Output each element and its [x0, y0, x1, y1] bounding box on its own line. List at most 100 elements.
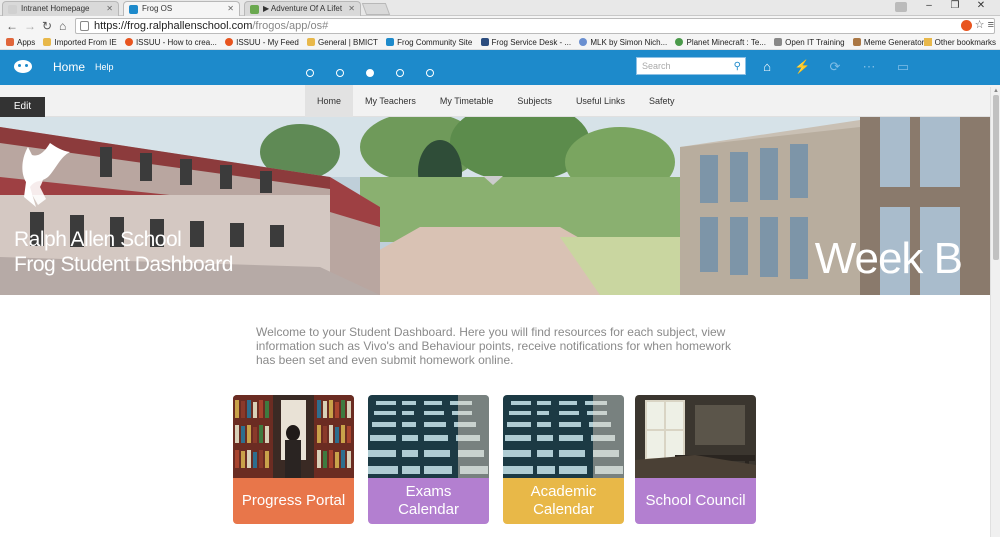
issuu-icon	[225, 38, 234, 46]
lightning-icon[interactable]: ⚡	[794, 60, 810, 74]
nav-menu: Home My Teachers My Timetable Subjects Usefu…	[305, 85, 686, 117]
spotify-icon	[250, 5, 259, 14]
star-icon[interactable]: ☆	[975, 19, 985, 31]
meme-icon	[852, 38, 861, 46]
tile-progress-portal[interactable]: Progress Portal	[233, 395, 354, 524]
chat-icon[interactable]: ▭	[896, 60, 910, 74]
bookmark-label: Other bookmarks	[934, 38, 996, 47]
address-bar[interactable]: https://frog.ralphallenschool.com/frogos…	[75, 18, 995, 34]
frog-logo-icon[interactable]	[14, 60, 32, 73]
bookmark-frog-service-desk[interactable]: Frog Service Desk - ...	[480, 36, 572, 49]
pager-dot-5[interactable]	[426, 69, 434, 77]
page-icon	[774, 38, 783, 46]
folder-icon	[923, 38, 932, 46]
bookmark-label: Frog Community Site	[397, 38, 473, 47]
classroom-image	[635, 395, 756, 478]
close-icon[interactable]: ✕	[348, 4, 355, 13]
reload-icon[interactable]: ↻	[42, 19, 52, 33]
nav-useful-links[interactable]: Useful Links	[564, 85, 637, 117]
page-info-icon[interactable]	[80, 21, 89, 31]
bookmark-meme-generator[interactable]: Meme Generator	[852, 36, 925, 49]
departures-board-image	[503, 395, 624, 478]
scroll-up-icon[interactable]: ▲	[993, 88, 999, 94]
bookmark-apps[interactable]: Apps	[6, 36, 35, 49]
pager-dot-4[interactable]	[396, 69, 404, 77]
tile-label: Progress Portal	[233, 478, 354, 524]
issuu-icon	[124, 38, 133, 46]
tab-title: Frog OS	[142, 4, 173, 13]
maximize-icon[interactable]: ❐	[942, 0, 968, 11]
search-icon[interactable]: ⚲	[734, 61, 741, 72]
user-profile-icon[interactable]	[895, 2, 907, 12]
browser-toolbar: ← → ↻ ⌂ https://frog.ralphallenschool.co…	[0, 16, 1000, 36]
dashboard-name: Frog Student Dashboard	[14, 253, 233, 276]
apps-icon	[6, 38, 14, 46]
tile-label: Academic Calendar	[503, 478, 624, 524]
close-icon[interactable]: ✕	[227, 4, 234, 13]
url-path: /frogos/app/os#	[252, 20, 329, 32]
bookmark-issuu-how[interactable]: ISSUU - How to crea...	[124, 36, 217, 49]
network-icon[interactable]: ⋯	[862, 60, 876, 74]
frog-toolbar-icons: ⌂ ⚡ ⟳ ⋯ ▭	[760, 58, 930, 76]
other-bookmarks[interactable]: Other bookmarks	[923, 36, 996, 49]
pager-dot-1[interactable]	[306, 69, 314, 77]
bookmark-open-it[interactable]: Open IT Training	[774, 36, 845, 49]
browser-tab-intranet[interactable]: Intranet Homepage ✕	[2, 1, 119, 16]
bookmark-planet-minecraft[interactable]: Planet Minecraft : Te...	[675, 36, 766, 49]
nav-home[interactable]: Home	[305, 85, 354, 117]
tile-school-council[interactable]: School Council	[635, 395, 756, 524]
bookmark-label: Frog Service Desk - ...	[491, 38, 572, 47]
scroll-thumb[interactable]	[993, 95, 999, 260]
extension-icon[interactable]	[960, 19, 972, 31]
nav-my-teachers[interactable]: My Teachers	[353, 85, 428, 117]
frog-icon	[386, 38, 395, 46]
minimize-icon[interactable]: –	[916, 0, 942, 11]
back-icon[interactable]: ←	[6, 19, 18, 33]
folder-icon	[43, 38, 52, 46]
bookmark-issuu-feed[interactable]: ISSUU - My Feed	[225, 36, 299, 49]
search-input[interactable]: Search ⚲	[636, 57, 746, 75]
refresh-icon[interactable]: ⟳	[828, 60, 842, 74]
window-controls: – ❐ ✕	[916, 0, 994, 11]
bookmark-mlk[interactable]: MLK by Simon Nich...	[579, 36, 667, 49]
bookmarks-bar: Apps Imported From IE ISSUU - How to cre…	[0, 36, 1000, 50]
school-name: Ralph Allen School	[14, 228, 182, 251]
bookmark-frog-community[interactable]: Frog Community Site	[386, 36, 472, 49]
page-icon	[8, 5, 17, 14]
nav-subjects[interactable]: Subjects	[505, 85, 564, 117]
bookmark-label: ISSUU - My Feed	[236, 38, 299, 47]
home-link[interactable]: Home	[53, 60, 85, 74]
bookmark-label: Meme Generator	[863, 38, 925, 47]
url-host: https://frog.ralphallenschool.com	[94, 20, 253, 32]
tab-title: Intranet Homepage	[21, 4, 90, 13]
help-link[interactable]: Help	[95, 62, 114, 72]
pager-dot-2[interactable]	[336, 69, 344, 77]
nav-my-timetable[interactable]: My Timetable	[428, 85, 506, 117]
nav-safety[interactable]: Safety	[637, 85, 687, 117]
home-icon[interactable]: ⌂	[59, 19, 66, 33]
tab-title: ▶ Adventure Of A Lifet	[263, 4, 343, 13]
tile-academic-calendar[interactable]: Academic Calendar	[503, 395, 624, 524]
pager-dot-3[interactable]	[366, 69, 374, 77]
bookmark-imported[interactable]: Imported From IE	[43, 36, 117, 49]
forward-icon[interactable]: →	[24, 19, 36, 33]
home-icon[interactable]: ⌂	[760, 60, 774, 74]
site-navigation: Edit Home My Teachers My Timetable Subjects…	[0, 85, 1000, 117]
hero-title: Ralph Allen School Frog Student Dashboar…	[14, 227, 233, 277]
tile-exams-calendar[interactable]: Exams Calendar	[368, 395, 489, 524]
tile-label: School Council	[635, 478, 756, 524]
bookmark-label: Planet Minecraft : Te...	[686, 38, 766, 47]
bookmark-label: General | BMICT	[318, 38, 378, 47]
frog-icon	[129, 5, 138, 14]
edit-button[interactable]: Edit	[0, 97, 45, 117]
browser-tab-frog-os[interactable]: Frog OS ✕	[123, 1, 240, 16]
browser-tab-adventure[interactable]: ▶ Adventure Of A Lifet ✕	[244, 1, 361, 16]
close-window-icon[interactable]: ✕	[968, 0, 994, 11]
search-placeholder: Search	[642, 61, 671, 71]
page-scrollbar[interactable]: ▲	[990, 87, 1000, 537]
bookmark-general-bmict[interactable]: General | BMICT	[307, 36, 378, 49]
menu-icon[interactable]: ≡	[988, 19, 994, 31]
bookmark-label: Apps	[17, 38, 36, 47]
new-tab-button[interactable]	[361, 3, 391, 15]
close-icon[interactable]: ✕	[106, 4, 113, 13]
